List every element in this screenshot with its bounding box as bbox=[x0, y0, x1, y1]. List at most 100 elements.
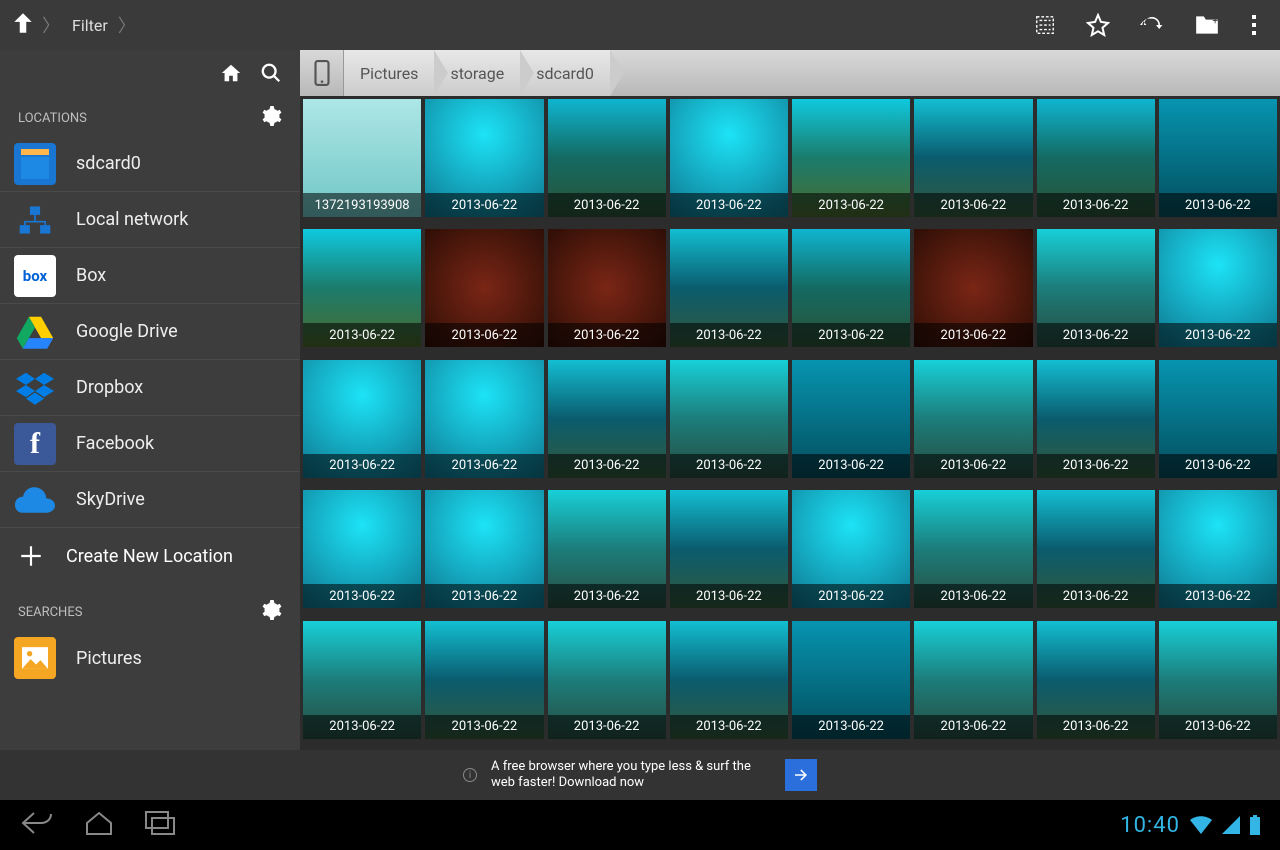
thumbnail[interactable]: 1372193193908 bbox=[303, 99, 421, 217]
home-button[interactable] bbox=[220, 62, 242, 88]
new-folder-button[interactable]: + bbox=[1194, 14, 1220, 36]
up-arrow-button[interactable] bbox=[10, 10, 36, 40]
thumbnail[interactable]: 2013-06-22 bbox=[425, 621, 543, 739]
recents-button[interactable] bbox=[144, 810, 176, 840]
thumbnail[interactable]: 2013-06-22 bbox=[548, 621, 666, 739]
select-mode-button[interactable] bbox=[1034, 14, 1056, 36]
favorite-button[interactable] bbox=[1086, 13, 1110, 37]
thumbnail-caption: 2013-06-22 bbox=[670, 584, 788, 608]
thumbnail-caption: 2013-06-22 bbox=[792, 454, 910, 478]
locations-header-label: LOCATIONS bbox=[18, 111, 87, 126]
overflow-menu-button[interactable] bbox=[1250, 14, 1258, 36]
thumbnail-caption: 2013-06-22 bbox=[548, 454, 666, 478]
filter-label[interactable]: Filter bbox=[72, 16, 108, 35]
thumbnail[interactable]: 2013-06-22 bbox=[425, 490, 543, 608]
sidebar-item-facebook[interactable]: fFacebook bbox=[0, 416, 300, 472]
thumbnail-caption: 2013-06-22 bbox=[1037, 454, 1155, 478]
thumbnail-caption: 2013-06-22 bbox=[914, 323, 1032, 347]
ad-text: A free browser where you type less & sur… bbox=[491, 759, 771, 790]
sidebar-item-sd-card[interactable]: sdcard0 bbox=[0, 136, 300, 192]
thumbnail[interactable]: 2013-06-22 bbox=[1037, 621, 1155, 739]
device-root-button[interactable] bbox=[300, 50, 344, 96]
thumbnail[interactable]: 2013-06-22 bbox=[792, 99, 910, 217]
thumbnail[interactable]: 2013-06-22 bbox=[792, 621, 910, 739]
search-item-pictures[interactable]: Pictures bbox=[0, 630, 300, 686]
sidebar-item-network[interactable]: Local network bbox=[0, 192, 300, 248]
thumbnail[interactable]: 2013-06-22 bbox=[303, 229, 421, 347]
thumbnail[interactable]: 2013-06-22 bbox=[548, 99, 666, 217]
thumbnail-caption: 2013-06-22 bbox=[792, 323, 910, 347]
sidebar-item-label: SkyDrive bbox=[76, 489, 145, 510]
path-bar: Picturesstoragesdcard0 bbox=[300, 50, 1280, 96]
thumbnail[interactable]: 2013-06-22 bbox=[303, 490, 421, 608]
home-button-sys[interactable] bbox=[84, 810, 114, 840]
sidebar-item-dropbox[interactable]: Dropbox bbox=[0, 360, 300, 416]
thumbnail-caption: 2013-06-22 bbox=[1159, 193, 1277, 217]
thumbnail[interactable]: 2013-06-22 bbox=[914, 621, 1032, 739]
thumbnail[interactable]: 2013-06-22 bbox=[425, 360, 543, 478]
thumbnail-caption: 2013-06-22 bbox=[425, 323, 543, 347]
thumbnail[interactable]: 2013-06-22 bbox=[914, 490, 1032, 608]
sidebar-item-skydrive[interactable]: SkyDrive bbox=[0, 472, 300, 528]
thumbnail[interactable]: 2013-06-22 bbox=[1159, 99, 1277, 217]
thumbnail[interactable]: 2013-06-22 bbox=[548, 490, 666, 608]
thumbnail[interactable]: 2013-06-22 bbox=[670, 621, 788, 739]
create-location-button[interactable]: Create New Location bbox=[0, 528, 300, 584]
thumbnail-caption: 2013-06-22 bbox=[670, 454, 788, 478]
thumbnail[interactable]: 2013-06-22 bbox=[670, 99, 788, 217]
thumbnail-caption: 2013-06-22 bbox=[914, 715, 1032, 739]
thumbnail[interactable]: 2013-06-22 bbox=[792, 360, 910, 478]
searches-settings-button[interactable] bbox=[262, 600, 282, 624]
back-button[interactable] bbox=[20, 809, 54, 841]
sidebar-item-google-drive[interactable]: Google Drive bbox=[0, 304, 300, 360]
thumbnail[interactable]: 2013-06-22 bbox=[1159, 360, 1277, 478]
action-bar: 〉 Filter 〉 + bbox=[0, 0, 1280, 50]
thumbnail-grid[interactable]: 13721931939082013-06-222013-06-222013-06… bbox=[300, 96, 1280, 750]
thumbnail[interactable]: 2013-06-22 bbox=[1159, 490, 1277, 608]
thumbnail[interactable]: 2013-06-22 bbox=[1037, 490, 1155, 608]
thumbnail[interactable]: 2013-06-22 bbox=[1159, 229, 1277, 347]
thumbnail[interactable]: 2013-06-22 bbox=[1037, 360, 1155, 478]
plus-icon bbox=[18, 543, 44, 569]
refresh-button[interactable] bbox=[1140, 13, 1164, 37]
search-button[interactable] bbox=[260, 62, 282, 88]
system-nav-bar: 10:40 bbox=[0, 800, 1280, 850]
thumbnail-caption: 2013-06-22 bbox=[548, 715, 666, 739]
locations-header: LOCATIONS bbox=[0, 100, 300, 136]
thumbnail-caption: 2013-06-22 bbox=[425, 454, 543, 478]
sidebar-item-label: Box bbox=[76, 265, 106, 286]
thumbnail[interactable]: 2013-06-22 bbox=[548, 229, 666, 347]
sidebar-item-label: Dropbox bbox=[76, 377, 143, 398]
thumbnail[interactable]: 2013-06-22 bbox=[1159, 621, 1277, 739]
thumbnail-caption: 2013-06-22 bbox=[303, 323, 421, 347]
thumbnail[interactable]: 2013-06-22 bbox=[914, 99, 1032, 217]
thumbnail-caption: 2013-06-22 bbox=[670, 715, 788, 739]
wifi-icon bbox=[1190, 816, 1212, 834]
network-icon bbox=[14, 199, 56, 241]
thumbnail[interactable]: 2013-06-22 bbox=[670, 490, 788, 608]
thumbnail[interactable]: 2013-06-22 bbox=[792, 229, 910, 347]
thumbnail-caption: 2013-06-22 bbox=[1037, 584, 1155, 608]
thumbnail[interactable]: 2013-06-22 bbox=[670, 229, 788, 347]
thumbnail[interactable]: 2013-06-22 bbox=[548, 360, 666, 478]
thumbnail[interactable]: 2013-06-22 bbox=[425, 229, 543, 347]
sidebar-item-box[interactable]: boxBox bbox=[0, 248, 300, 304]
thumbnail[interactable]: 2013-06-22 bbox=[303, 360, 421, 478]
thumbnail-caption: 2013-06-22 bbox=[425, 715, 543, 739]
sidebar: LOCATIONS sdcard0Local networkboxBoxGoog… bbox=[0, 50, 300, 750]
search-item-label: Pictures bbox=[76, 648, 142, 669]
thumbnail[interactable]: 2013-06-22 bbox=[670, 360, 788, 478]
ad-banner[interactable]: i A free browser where you type less & s… bbox=[0, 750, 1280, 800]
thumbnail[interactable]: 2013-06-22 bbox=[792, 490, 910, 608]
thumbnail[interactable]: 2013-06-22 bbox=[1037, 229, 1155, 347]
locations-settings-button[interactable] bbox=[262, 106, 282, 130]
thumbnail[interactable]: 2013-06-22 bbox=[1037, 99, 1155, 217]
create-location-label: Create New Location bbox=[66, 546, 233, 567]
path-crumb[interactable]: Pictures bbox=[344, 50, 434, 96]
thumbnail[interactable]: 2013-06-22 bbox=[303, 621, 421, 739]
ad-go-button[interactable] bbox=[785, 759, 817, 791]
thumbnail[interactable]: 2013-06-22 bbox=[914, 360, 1032, 478]
google-drive-icon bbox=[14, 311, 56, 353]
thumbnail[interactable]: 2013-06-22 bbox=[914, 229, 1032, 347]
thumbnail[interactable]: 2013-06-22 bbox=[425, 99, 543, 217]
